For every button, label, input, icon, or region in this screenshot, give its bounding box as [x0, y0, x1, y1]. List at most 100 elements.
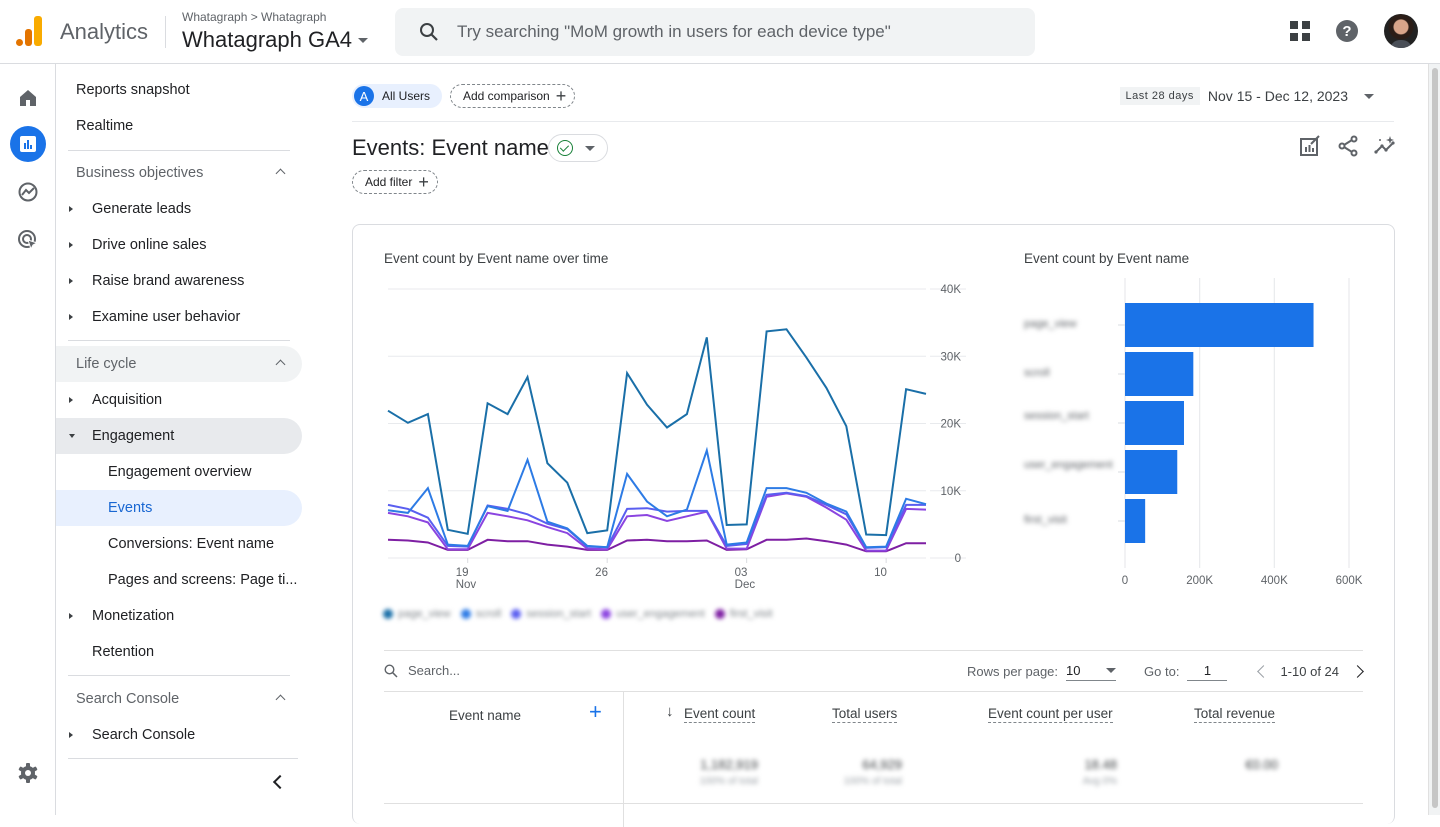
series-line-page_view: [387, 328, 927, 537]
button-label: Add comparison: [463, 89, 550, 103]
plus-icon: +: [555, 86, 567, 106]
divider: [384, 803, 1363, 804]
segment-chip-all-users[interactable]: A All Users: [352, 84, 443, 108]
bar-category-label: scroll: [1024, 367, 1050, 379]
bar-category-label: session_start: [1024, 410, 1089, 422]
divider: [384, 650, 1363, 651]
table-search[interactable]: [384, 663, 708, 678]
search-bar[interactable]: [395, 8, 1035, 56]
breadcrumb[interactable]: Whatagraph > Whatagraph: [182, 10, 326, 24]
y-tick-label: 20K: [941, 419, 962, 431]
bar-user_engagement: [1125, 450, 1178, 494]
legend-dot: [714, 609, 725, 619]
col-event-count[interactable]: Event count: [684, 706, 756, 723]
top-icons: ?: [1290, 14, 1418, 48]
next-page-chevron-right-icon[interactable]: [1351, 664, 1364, 678]
add-dimension-plus-icon[interactable]: +: [589, 701, 602, 723]
chevron-up-icon: [275, 359, 286, 370]
nav-drive-online-sales[interactable]: Drive online sales: [56, 227, 302, 263]
report-navigation: Reports snapshot Realtime Business objec…: [56, 64, 306, 815]
nav-search-console[interactable]: Search Console: [56, 717, 302, 753]
nav-engagement[interactable]: Engagement: [56, 418, 302, 454]
nav-engagement-overview[interactable]: Engagement overview: [56, 454, 302, 490]
section-label: Business objectives: [76, 165, 204, 181]
apps-grid-icon[interactable]: [1290, 21, 1310, 41]
expand-arrow-icon: [69, 314, 73, 320]
nav-retention[interactable]: Retention: [56, 634, 302, 670]
collapse-nav-chevron-left-icon[interactable]: [270, 774, 284, 788]
caret-down-icon: [357, 37, 368, 43]
x-tick-label: 26: [595, 567, 608, 579]
page-scrollbar[interactable]: [1428, 64, 1440, 815]
x-tick-label: 200K: [1186, 575, 1213, 587]
nav-label: Generate leads: [92, 201, 192, 217]
date-range-picker[interactable]: Last 28 days Nov 15 - Dec 12, 2023: [1119, 87, 1374, 105]
bar-category-label: page_view: [1024, 318, 1077, 330]
nav-pages-and-screens[interactable]: Pages and screens: Page ti...: [56, 562, 302, 598]
expand-arrow-icon: [69, 206, 73, 212]
settings-icon[interactable]: [10, 755, 46, 791]
divider: [68, 150, 290, 151]
legend-item[interactable]: session_start: [511, 608, 591, 620]
legend-label: page_view: [398, 608, 451, 620]
nav-raise-brand-awareness[interactable]: Raise brand awareness: [56, 263, 302, 299]
search-icon: [384, 663, 398, 678]
nav-examine-user-behavior[interactable]: Examine user behavior: [56, 299, 302, 335]
data-quality-status-button[interactable]: [548, 134, 608, 162]
share-icon[interactable]: [1336, 134, 1360, 158]
total-users-value: 64,929 100% of total: [843, 757, 902, 787]
divider: [68, 675, 290, 676]
add-filter-button[interactable]: Add filter +: [352, 170, 438, 194]
section-search-console[interactable]: Search Console: [56, 681, 302, 717]
legend-item[interactable]: page_view: [383, 608, 451, 620]
report-card: Event count by Event name over time Even…: [352, 224, 1395, 827]
analytics-logo-icon[interactable]: [16, 16, 42, 46]
goto-label: Go to:: [1144, 663, 1180, 679]
customize-report-icon[interactable]: [1298, 134, 1322, 158]
scrollbar-thumb[interactable]: [1432, 68, 1438, 808]
help-icon[interactable]: ?: [1336, 20, 1358, 42]
add-comparison-button[interactable]: Add comparison +: [450, 84, 576, 108]
search-input[interactable]: [457, 22, 1017, 42]
line-chart[interactable]: 0 10K 20K 30K 40K 19Nov 26 03Dec 10: [383, 283, 983, 603]
nav-label: Conversions: Event name: [108, 536, 275, 552]
insights-icon[interactable]: [1374, 134, 1398, 158]
explore-icon[interactable]: [10, 174, 46, 210]
nav-acquisition[interactable]: Acquisition: [56, 382, 302, 418]
home-icon[interactable]: [10, 80, 46, 116]
col-total-revenue[interactable]: Total revenue: [1194, 706, 1276, 723]
goto-page-input[interactable]: [1187, 661, 1228, 681]
page-range: 1-10 of 24: [1280, 663, 1339, 679]
nav-label: Raise brand awareness: [92, 273, 245, 289]
bar-chart-title: Event count by Event name: [1024, 251, 1190, 266]
nav-monetization[interactable]: Monetization: [56, 598, 302, 634]
legend-item[interactable]: first_visit: [714, 608, 773, 620]
expand-arrow-icon: [69, 397, 73, 403]
nav-events[interactable]: Events: [56, 490, 302, 526]
prev-page-chevron-left-icon[interactable]: [1257, 664, 1271, 678]
col-event-name[interactable]: Event name: [449, 708, 521, 723]
legend-item[interactable]: scroll: [460, 608, 501, 620]
nav-reports-snapshot[interactable]: Reports snapshot: [56, 72, 302, 108]
nav-realtime[interactable]: Realtime: [56, 108, 302, 144]
legend-item[interactable]: user_engagement: [601, 608, 705, 620]
left-rail: [0, 64, 56, 815]
property-selector[interactable]: Whatagraph GA4: [182, 27, 368, 53]
section-business-objectives[interactable]: Business objectives: [56, 155, 302, 191]
col-event-count-per-user[interactable]: Event count per user: [988, 706, 1113, 723]
total-event-count: 1,182,919 100% of total: [699, 757, 758, 787]
reports-icon[interactable]: [10, 126, 46, 162]
table-search-input[interactable]: [408, 663, 708, 678]
advertising-icon[interactable]: [10, 222, 46, 258]
rows-per-page-select[interactable]: 10: [1066, 661, 1117, 681]
divider: [165, 16, 166, 48]
nav-generate-leads[interactable]: Generate leads: [56, 191, 302, 227]
col-total-users[interactable]: Total users: [832, 706, 898, 723]
chevron-up-icon: [275, 168, 286, 179]
section-life-cycle[interactable]: Life cycle: [56, 346, 302, 382]
y-tick-label: 30K: [941, 351, 962, 363]
x-tick-label: 600K: [1336, 575, 1363, 587]
avatar[interactable]: [1384, 14, 1418, 48]
nav-conversions[interactable]: Conversions: Event name: [56, 526, 302, 562]
nav-label: Events: [108, 500, 153, 516]
